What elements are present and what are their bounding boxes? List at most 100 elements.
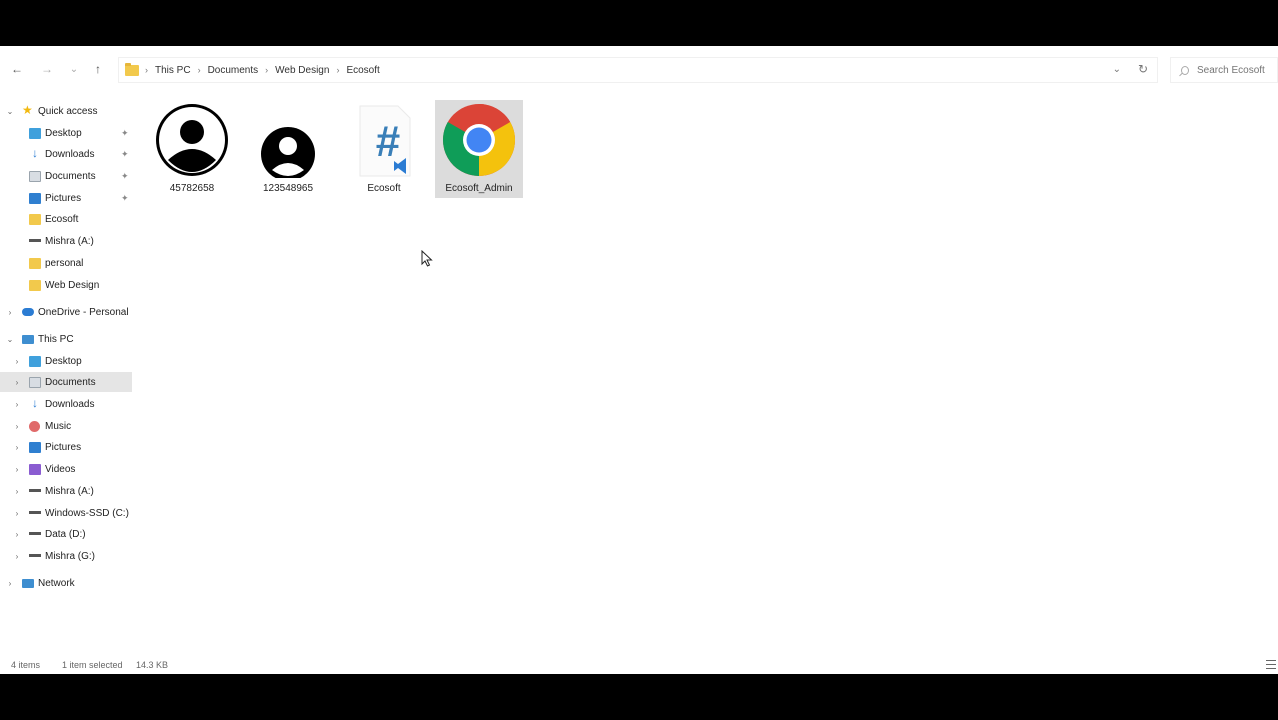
desktop-icon (29, 356, 41, 367)
sidebar-item-pc-windows-ssd[interactable]: › Windows-SSD (C:) (0, 503, 132, 523)
chevron-right-icon[interactable]: › (13, 509, 21, 518)
chevron-right-icon[interactable]: › (13, 400, 21, 409)
selection-size: 14.3 KB (136, 660, 169, 670)
letterbox-top (0, 0, 1278, 46)
sidebar-item-pc-videos[interactable]: › Videos (0, 459, 132, 479)
sidebar-item-label: Web Design (45, 279, 100, 291)
sidebar-item-label: Ecosoft (45, 213, 79, 225)
pin-icon[interactable]: ✦ (121, 128, 129, 139)
details-view-icon[interactable] (1266, 660, 1276, 669)
forward-arrow-icon: → (41, 62, 53, 76)
sidebar-item-pc-mishra-g[interactable]: › Mishra (G:) (0, 546, 132, 566)
desktop-icon (29, 128, 41, 139)
search-icon (1181, 65, 1189, 75)
sidebar-item-label: Pictures (45, 441, 82, 453)
pictures-icon (29, 193, 41, 204)
sidebar-item-label: Network (38, 577, 75, 589)
sidebar-item-network[interactable]: › Network (0, 573, 132, 593)
sidebar-item-downloads[interactable]: ↓ Downloads ✦ (0, 144, 132, 164)
chevron-right-icon[interactable]: › (13, 487, 21, 496)
chevron-right-icon: › (145, 65, 148, 75)
chevron-right-icon: › (8, 578, 12, 588)
sidebar-item-label: Downloads (45, 398, 95, 410)
sidebar-item-ecosoft[interactable]: Ecosoft (0, 209, 132, 229)
recent-locations-button[interactable]: ⌄ (65, 60, 83, 78)
breadcrumb-documents[interactable]: Documents (208, 65, 259, 76)
chevron-down-icon: ⌄ (69, 63, 79, 75)
svg-text:#: # (376, 117, 400, 166)
pin-icon[interactable]: ✦ (121, 193, 129, 204)
up-button[interactable]: ↑ (89, 60, 107, 78)
sidebar-item-web-design[interactable]: Web Design (0, 275, 132, 295)
breadcrumb-web-design[interactable]: Web Design (275, 65, 329, 76)
chevron-right-icon[interactable]: › (13, 378, 21, 387)
computer-icon (22, 335, 34, 344)
pin-icon[interactable]: ✦ (121, 149, 129, 160)
sidebar-item-pc-mishra-a[interactable]: › Mishra (A:) (0, 481, 132, 501)
chevron-right-icon[interactable]: › (13, 530, 21, 539)
sidebar-item-pc-downloads[interactable]: › ↓ Downloads (0, 394, 132, 414)
item-count: 4 items (11, 660, 41, 670)
sidebar-item-this-pc[interactable]: ⌄ This PC (0, 329, 132, 349)
sidebar-item-personal[interactable]: personal (0, 253, 132, 273)
user-avatar-icon (154, 102, 230, 178)
folder-icon (29, 214, 41, 225)
navigation-pane: ⌄ ★ Quick access Desktop ✦ ↓ Downloads ✦… (0, 100, 135, 630)
file-name: Ecosoft (367, 183, 401, 194)
star-icon: ★ (22, 103, 33, 117)
chevron-right-icon[interactable]: › (13, 357, 21, 366)
selection-status: 1 item selected (62, 660, 123, 670)
sidebar-item-quick-access[interactable]: ⌄ ★ Quick access (0, 101, 132, 121)
pin-icon[interactable]: ✦ (121, 171, 129, 182)
breadcrumb-ecosoft[interactable]: Ecosoft (346, 65, 379, 76)
sidebar-item-pictures[interactable]: Pictures ✦ (0, 188, 132, 208)
chevron-right-icon[interactable]: › (13, 552, 21, 561)
sidebar-item-label: Mishra (A:) (45, 235, 94, 247)
chevron-right-icon[interactable]: › (13, 422, 21, 431)
search-box[interactable] (1170, 57, 1278, 83)
letterbox-bottom (0, 674, 1278, 720)
file-item[interactable]: 45782658 (148, 100, 236, 198)
mouse-cursor-icon (421, 250, 433, 267)
sidebar-item-mishra-a[interactable]: Mishra (A:) (0, 231, 132, 251)
sidebar-item-onedrive[interactable]: › OneDrive - Personal (0, 302, 132, 322)
sidebar-item-desktop[interactable]: Desktop ✦ (0, 123, 132, 143)
file-name: 123548965 (262, 183, 314, 194)
download-icon: ↓ (32, 146, 38, 160)
chevron-right-icon[interactable]: › (13, 465, 21, 474)
sidebar-item-pc-music[interactable]: › Music (0, 416, 132, 436)
file-item[interactable]: # Ecosoft (340, 100, 428, 198)
file-item-selected[interactable]: Ecosoft_Admin (435, 100, 523, 198)
chevron-right-icon: › (8, 307, 12, 317)
user-avatar-icon (250, 102, 326, 178)
drive-icon (29, 489, 41, 492)
sidebar-item-label: Music (45, 420, 72, 432)
drive-icon (29, 239, 41, 242)
drive-icon (29, 511, 41, 514)
sidebar-item-pc-data-d[interactable]: › Data (D:) (0, 524, 132, 544)
sidebar-item-label: Data (D:) (45, 528, 86, 540)
search-input[interactable] (1197, 64, 1277, 76)
sidebar-item-documents[interactable]: Documents ✦ (0, 166, 132, 186)
folder-icon (29, 280, 41, 291)
file-item[interactable]: 123548965 (244, 100, 332, 198)
sidebar-item-label: Windows-SSD (C:) (45, 507, 129, 519)
sidebar-item-pc-desktop[interactable]: › Desktop (0, 351, 132, 371)
documents-icon (29, 171, 41, 182)
sidebar-item-label: Downloads (45, 148, 95, 160)
breadcrumb-this-pc[interactable]: This PC (155, 65, 191, 76)
chevron-right-icon[interactable]: › (13, 443, 21, 452)
forward-button[interactable]: → (38, 60, 56, 78)
address-dropdown-icon[interactable]: ⌄ (1113, 64, 1121, 75)
drive-icon (29, 532, 41, 535)
sidebar-item-pc-documents[interactable]: › Documents (0, 372, 132, 392)
back-button[interactable]: ← (8, 60, 26, 78)
pictures-icon (29, 442, 41, 453)
back-arrow-icon: ← (11, 62, 23, 76)
sidebar-item-pc-pictures[interactable]: › Pictures (0, 437, 132, 457)
refresh-icon[interactable]: ↻ (1138, 62, 1148, 76)
file-name: Ecosoft_Admin (445, 183, 513, 194)
file-explorer-window: ← → ⌄ ↑ › This PC › Documents › Web Desi… (0, 46, 1278, 674)
file-name: 45782658 (169, 183, 215, 194)
address-bar[interactable]: › This PC › Documents › Web Design › Eco… (118, 57, 1158, 83)
